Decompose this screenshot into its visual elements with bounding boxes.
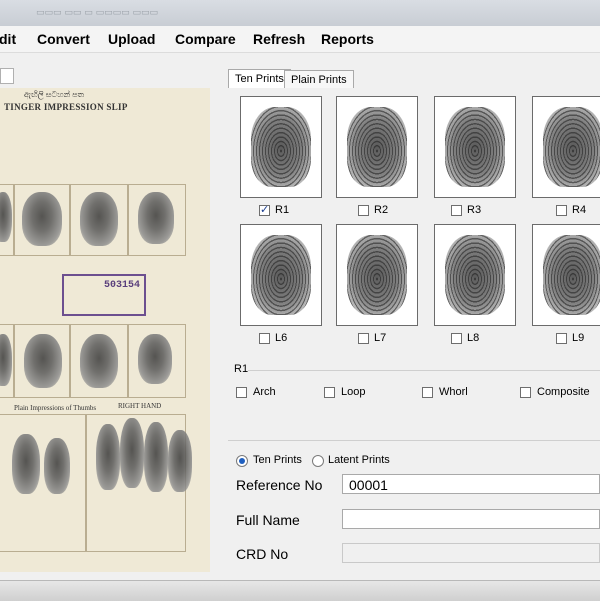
fingerprint-image <box>347 107 407 187</box>
status-strip <box>0 580 600 601</box>
class-checkbox-arch[interactable] <box>236 387 247 398</box>
fingerprint-image <box>543 107 600 187</box>
print-checkbox-l6[interactable] <box>259 333 270 344</box>
tab-ten-prints[interactable]: Ten Prints <box>228 69 291 89</box>
class-label-arch: Arch <box>253 386 276 398</box>
classification-group: R1 Arch Loop Whorl Composite <box>228 363 600 425</box>
print-checkbox-l9[interactable] <box>556 333 567 344</box>
menu-compare[interactable]: Compare <box>175 31 236 47</box>
print-image-r1[interactable] <box>240 96 322 198</box>
slip-print <box>80 192 118 246</box>
slip-print <box>24 334 62 388</box>
reference-no-label: Reference No <box>236 477 323 493</box>
slip-print <box>96 424 120 490</box>
panel-corner-box <box>0 68 14 84</box>
slip-print <box>138 192 174 244</box>
slip-print <box>138 334 172 384</box>
slip-print <box>168 430 192 492</box>
print-label-r1: R1 <box>275 204 290 216</box>
radio-latent-prints[interactable] <box>312 455 324 467</box>
slip-plain-thumbs-label: Plain Impressions of Thumbs <box>14 404 97 412</box>
classification-title: R1 <box>234 363 249 375</box>
window-title-bar: ▭▭▭ ▭▭ ▭ ▭▭▭▭ ▭▭▭ <box>0 0 600 27</box>
print-label-r3: R3 <box>467 204 482 216</box>
radio-ten-prints[interactable] <box>236 455 248 467</box>
full-name-label: Full Name <box>236 512 300 528</box>
menu-refresh[interactable]: Refresh <box>253 31 305 47</box>
slip-print <box>0 334 12 386</box>
slip-stamp: 503154 <box>62 274 146 316</box>
slip-header-native: ඇඟිලි සටහන් පත <box>24 90 84 99</box>
crd-no-input <box>342 543 600 563</box>
print-label-l7: L7 <box>374 332 387 344</box>
slip-print <box>144 422 168 492</box>
print-label-l8: L8 <box>467 332 480 344</box>
menu-reports[interactable]: Reports <box>321 31 374 47</box>
radio-label-ten-prints: Ten Prints <box>253 454 302 466</box>
title-faint-1: ▭▭▭ ▭▭ ▭ ▭▭▭▭ ▭▭▭ <box>36 8 158 18</box>
menu-edit[interactable]: dit <box>0 31 16 47</box>
print-checkbox-l8[interactable] <box>451 333 462 344</box>
reference-no-input[interactable]: 00001 <box>342 474 600 494</box>
menu-convert[interactable]: Convert <box>37 31 90 47</box>
class-checkbox-loop[interactable] <box>324 387 335 398</box>
fingerprint-image <box>543 235 600 315</box>
group-divider <box>248 370 600 371</box>
full-name-input[interactable] <box>342 509 600 529</box>
print-label-r2: R2 <box>374 204 389 216</box>
print-label-r4: R4 <box>572 204 587 216</box>
stamp-number: 503154 <box>103 280 140 291</box>
class-checkbox-composite[interactable] <box>520 387 531 398</box>
print-image-l8[interactable] <box>434 224 516 326</box>
print-checkbox-r2[interactable] <box>358 205 369 216</box>
print-checkbox-r4[interactable] <box>556 205 567 216</box>
fingerprint-image <box>445 107 505 187</box>
slip-print <box>12 434 40 494</box>
print-image-r4[interactable] <box>532 96 600 198</box>
fingerprint-image <box>251 235 311 315</box>
class-label-whorl: Whorl <box>439 386 468 398</box>
print-image-l7[interactable] <box>336 224 418 326</box>
slip-print <box>0 192 12 242</box>
slip-print <box>80 334 118 388</box>
check-icon: ✓ <box>260 203 270 216</box>
print-image-l6[interactable] <box>240 224 322 326</box>
menu-upload[interactable]: Upload <box>108 31 155 47</box>
slip-print <box>120 418 144 488</box>
tab-plain-prints[interactable]: Plain Prints <box>284 70 354 89</box>
radio-label-latent-prints: Latent Prints <box>328 454 390 466</box>
slip-print <box>22 192 62 246</box>
print-image-r2[interactable] <box>336 96 418 198</box>
slip-print <box>44 438 70 494</box>
print-label-l6: L6 <box>275 332 288 344</box>
class-checkbox-whorl[interactable] <box>422 387 433 398</box>
menu-bar: dit Convert Upload Compare Refresh Repor… <box>0 26 600 53</box>
print-image-r3[interactable] <box>434 96 516 198</box>
record-form: Ten Prints Latent Prints Reference No 00… <box>228 440 600 581</box>
print-label-l9: L9 <box>572 332 585 344</box>
fingerprint-image <box>251 107 311 187</box>
print-image-l9[interactable] <box>532 224 600 326</box>
print-checkbox-r1[interactable]: ✓ <box>259 203 270 216</box>
print-checkbox-l7[interactable] <box>358 333 369 344</box>
class-label-composite: Composite <box>537 386 590 398</box>
ten-prints-panel: ✓ R1 R2 R3 R4 L6 L7 L8 L9 <box>228 88 600 358</box>
fingerprint-image <box>347 235 407 315</box>
fingerprint-image <box>445 235 505 315</box>
print-checkbox-r3[interactable] <box>451 205 462 216</box>
slip-right-hand-label: RIGHT HAND <box>118 402 162 410</box>
slip-title: TINGER IMPRESSION SLIP <box>4 102 128 112</box>
fingerprint-slip-image: ඇඟිලි සටහන් පත TINGER IMPRESSION SLIP 50… <box>0 88 210 572</box>
crd-no-label: CRD No <box>236 546 289 562</box>
class-label-loop: Loop <box>341 386 366 398</box>
